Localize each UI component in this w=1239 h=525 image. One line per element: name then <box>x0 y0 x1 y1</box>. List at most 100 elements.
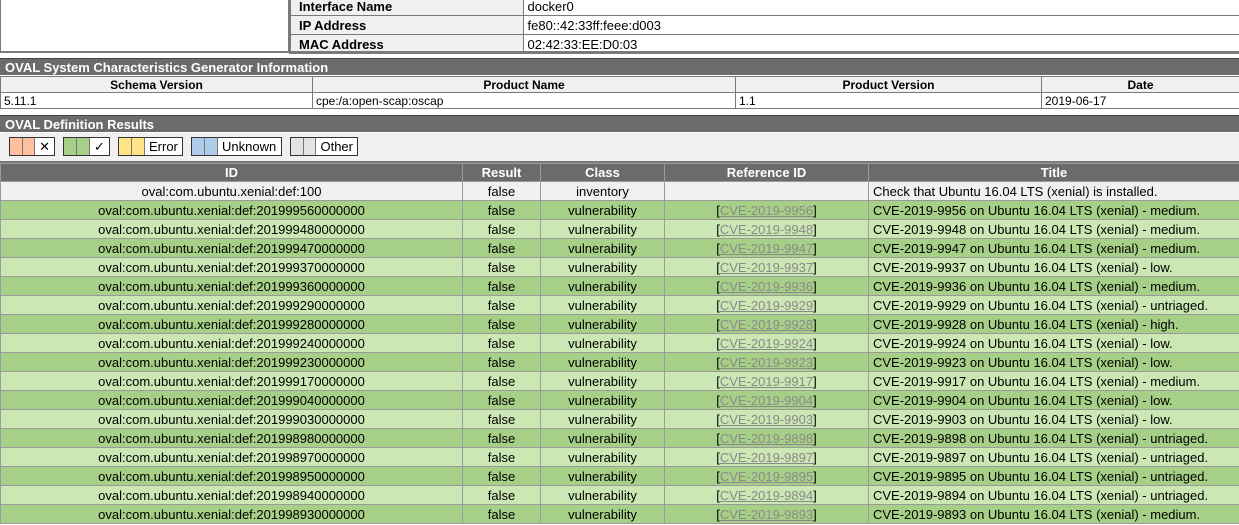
definition-title: CVE-2019-9929 on Ubuntu 16.04 LTS (xenia… <box>868 295 1239 315</box>
definition-id: oval:com.ubuntu.xenial:def:100 <box>0 181 463 201</box>
reference-link[interactable]: CVE-2019-9948 <box>720 222 813 237</box>
definition-id: oval:com.ubuntu.xenial:def:2019992900000… <box>0 295 463 315</box>
legend-other: Other <box>290 137 358 156</box>
reference-link[interactable]: CVE-2019-9937 <box>720 260 813 275</box>
table-row: oval:com.ubuntu.xenial:def:2019992400000… <box>0 333 1239 353</box>
definition-result: false <box>462 333 541 353</box>
table-row: oval:com.ubuntu.xenial:def:2019990300000… <box>0 409 1239 429</box>
table-row: oval:com.ubuntu.xenial:def:2019993600000… <box>0 276 1239 296</box>
definition-result: false <box>462 200 541 220</box>
table-row: oval:com.ubuntu.xenial:def:2019989500000… <box>0 466 1239 486</box>
definition-result: false <box>462 466 541 486</box>
reference-link[interactable]: CVE-2019-9917 <box>720 374 813 389</box>
definition-reference: [CVE-2019-9948] <box>664 219 869 239</box>
reference-link[interactable]: CVE-2019-9894 <box>720 488 813 503</box>
interface-section: Interface Name docker0 IP Address fe80::… <box>0 0 1239 54</box>
legend-label-fail: ✕ <box>39 138 50 154</box>
generator-header-date: Date <box>1041 76 1239 93</box>
reference-link[interactable]: CVE-2019-9893 <box>720 507 813 522</box>
generator-table: Schema Version Product Name Product Vers… <box>0 76 1239 109</box>
reference-link[interactable]: CVE-2019-9898 <box>720 431 813 446</box>
results-body: oval:com.ubuntu.xenial:def:100 false inven… <box>0 181 1239 524</box>
definition-title: CVE-2019-9956 on Ubuntu 16.04 LTS (xenia… <box>868 200 1239 220</box>
definition-class: vulnerability <box>540 485 665 505</box>
definition-reference: [CVE-2019-9924] <box>664 333 869 353</box>
definition-result: false <box>462 314 541 334</box>
legend-swatch-fail <box>10 138 23 155</box>
definition-reference: [CVE-2019-9923] <box>664 352 869 372</box>
table-row: oval:com.ubuntu.xenial:def:2019992300000… <box>0 352 1239 372</box>
legend-label-other: Other <box>320 139 353 154</box>
legend-swatch-error <box>132 138 145 155</box>
definition-class: vulnerability <box>540 257 665 277</box>
definition-title: CVE-2019-9928 on Ubuntu 16.04 LTS (xenia… <box>868 314 1239 334</box>
definition-id: oval:com.ubuntu.xenial:def:2019989700000… <box>0 447 463 467</box>
definition-title: CVE-2019-9948 on Ubuntu 16.04 LTS (xenia… <box>868 219 1239 239</box>
reference-link[interactable]: CVE-2019-9904 <box>720 393 813 408</box>
definition-title: Check that Ubuntu 16.04 LTS (xenial) is … <box>868 181 1239 201</box>
legend-swatch-pass <box>64 138 77 155</box>
bracket-close: ] <box>813 430 817 446</box>
definition-reference: [CVE-2019-9947] <box>664 238 869 258</box>
reference-link[interactable]: CVE-2019-9929 <box>720 298 813 313</box>
reference-link[interactable]: CVE-2019-9897 <box>720 450 813 465</box>
legend-swatch-unknown <box>192 138 205 155</box>
definition-result: false <box>462 504 541 524</box>
bracket-close: ] <box>813 240 817 256</box>
table-row: oval:com.ubuntu.xenial:def:2019992900000… <box>0 295 1239 315</box>
definition-reference: [CVE-2019-9956] <box>664 200 869 220</box>
table-row: oval:com.ubuntu.xenial:def:2019994700000… <box>0 238 1239 258</box>
results-header-reference-id: Reference ID <box>664 163 869 182</box>
definition-title: CVE-2019-9924 on Ubuntu 16.04 LTS (xenia… <box>868 333 1239 353</box>
schema-version-value: 5.11.1 <box>0 92 313 109</box>
definition-id: oval:com.ubuntu.xenial:def:2019990400000… <box>0 390 463 410</box>
reference-link[interactable]: CVE-2019-9936 <box>720 279 813 294</box>
legend-fail: ✕ <box>9 137 55 156</box>
reference-link[interactable]: CVE-2019-9895 <box>720 469 813 484</box>
definition-class: vulnerability <box>540 314 665 334</box>
definition-class: vulnerability <box>540 276 665 296</box>
results-header-row: ID Result Class Reference ID Title <box>0 163 1239 182</box>
definition-class: vulnerability <box>540 466 665 486</box>
definition-title: CVE-2019-9898 on Ubuntu 16.04 LTS (xenia… <box>868 428 1239 448</box>
divider <box>0 51 1239 53</box>
generator-header-product-version: Product Version <box>735 76 1042 93</box>
legend-unknown: Unknown <box>191 137 282 156</box>
reference-link[interactable]: CVE-2019-9923 <box>720 355 813 370</box>
interface-table: Interface Name docker0 IP Address fe80::… <box>289 0 1239 54</box>
definition-reference: [CVE-2019-9897] <box>664 447 869 467</box>
product-version-value: 1.1 <box>735 92 1042 109</box>
legend-swatch-error <box>119 138 132 155</box>
definition-class: vulnerability <box>540 219 665 239</box>
reference-link[interactable]: CVE-2019-9928 <box>720 317 813 332</box>
definition-result: false <box>462 409 541 429</box>
definition-class: vulnerability <box>540 409 665 429</box>
table-row: oval:com.ubuntu.xenial:def:100 false inven… <box>0 181 1239 201</box>
reference-link[interactable]: CVE-2019-9924 <box>720 336 813 351</box>
definition-reference: [CVE-2019-9928] <box>664 314 869 334</box>
definition-class: vulnerability <box>540 333 665 353</box>
table-row: oval:com.ubuntu.xenial:def:2019989300000… <box>0 504 1239 524</box>
definition-id: oval:com.ubuntu.xenial:def:2019989300000… <box>0 504 463 524</box>
definition-title: CVE-2019-9903 on Ubuntu 16.04 LTS (xenia… <box>868 409 1239 429</box>
definition-title: CVE-2019-9904 on Ubuntu 16.04 LTS (xenia… <box>868 390 1239 410</box>
definition-id: oval:com.ubuntu.xenial:def:2019989500000… <box>0 466 463 486</box>
definition-reference: [CVE-2019-9929] <box>664 295 869 315</box>
bracket-close: ] <box>813 335 817 351</box>
product-name-value: cpe:/a:open-scap:oscap <box>312 92 736 109</box>
definition-result: false <box>462 352 541 372</box>
reference-link[interactable]: CVE-2019-9947 <box>720 241 813 256</box>
bracket-close: ] <box>813 411 817 427</box>
definition-reference <box>664 181 869 201</box>
definition-id: oval:com.ubuntu.xenial:def:2019992800000… <box>0 314 463 334</box>
table-row: oval:com.ubuntu.xenial:def:2019994800000… <box>0 219 1239 239</box>
bracket-close: ] <box>813 373 817 389</box>
definition-reference: [CVE-2019-9904] <box>664 390 869 410</box>
definition-result: false <box>462 257 541 277</box>
reference-link[interactable]: CVE-2019-9903 <box>720 412 813 427</box>
reference-link[interactable]: CVE-2019-9956 <box>720 203 813 218</box>
interface-label: IP Address <box>289 15 523 35</box>
generator-header-schema-version: Schema Version <box>0 76 313 93</box>
definition-title: CVE-2019-9894 on Ubuntu 16.04 LTS (xenia… <box>868 485 1239 505</box>
definition-id: oval:com.ubuntu.xenial:def:2019995600000… <box>0 200 463 220</box>
